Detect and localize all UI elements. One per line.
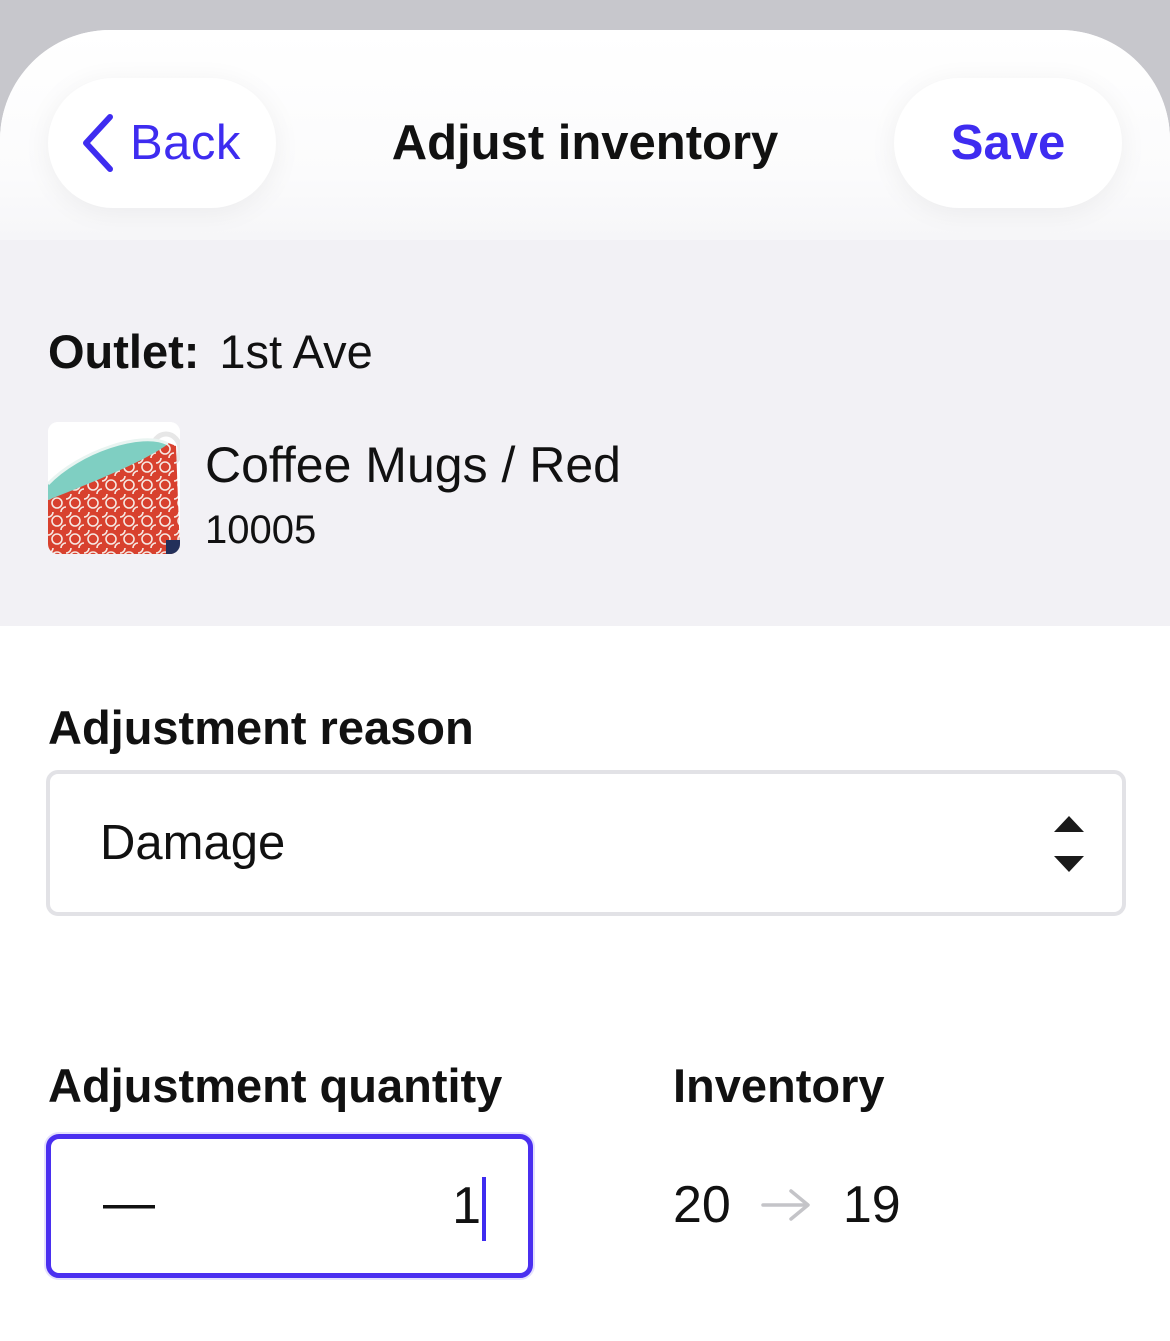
quantity-value: 1 [452,1177,481,1235]
adjustment-reason-label: Adjustment reason [48,701,474,754]
inventory-label: Inventory [673,1059,885,1112]
product-sku: 10005 [205,508,317,552]
inventory-to: 19 [842,1176,901,1234]
page-title: Adjust inventory [391,116,779,170]
adjustment-quantity-input[interactable]: — 1 [46,1134,533,1278]
navigation-bar: Back Adjust inventory Save [0,30,1170,240]
adjustment-quantity-label: Adjustment quantity [48,1059,503,1112]
chevron-up-down-icon [1054,816,1084,872]
outlet-label: Outlet: [48,325,200,378]
inventory-change: 20 19 [673,1172,901,1238]
back-button[interactable]: Back [48,78,276,208]
product-summary-panel: Outlet: 1st Ave Coffee Mugs / Red 10005 [0,240,1170,626]
outlet-row: Outlet: 1st Ave [48,324,373,379]
save-button[interactable]: Save [894,78,1122,208]
product-thumbnail [48,422,180,554]
inventory-from: 20 [673,1176,731,1234]
product-name: Coffee Mugs / Red [205,437,621,493]
back-label: Back [130,116,241,170]
save-label: Save [950,116,1066,170]
text-caret [482,1177,486,1241]
adjustment-reason-value: Damage [100,816,286,870]
adjust-inventory-sheet: Back Adjust inventory Save Outlet: 1st Av… [0,30,1170,1341]
red-coffee-mug-icon [48,422,180,554]
outlet-value: 1st Ave [219,325,373,378]
chevron-left-icon [83,114,113,172]
arrow-right-icon [761,1189,810,1221]
adjustment-reason-select[interactable]: Damage [46,770,1126,916]
minus-toggle[interactable]: — [103,1139,155,1273]
